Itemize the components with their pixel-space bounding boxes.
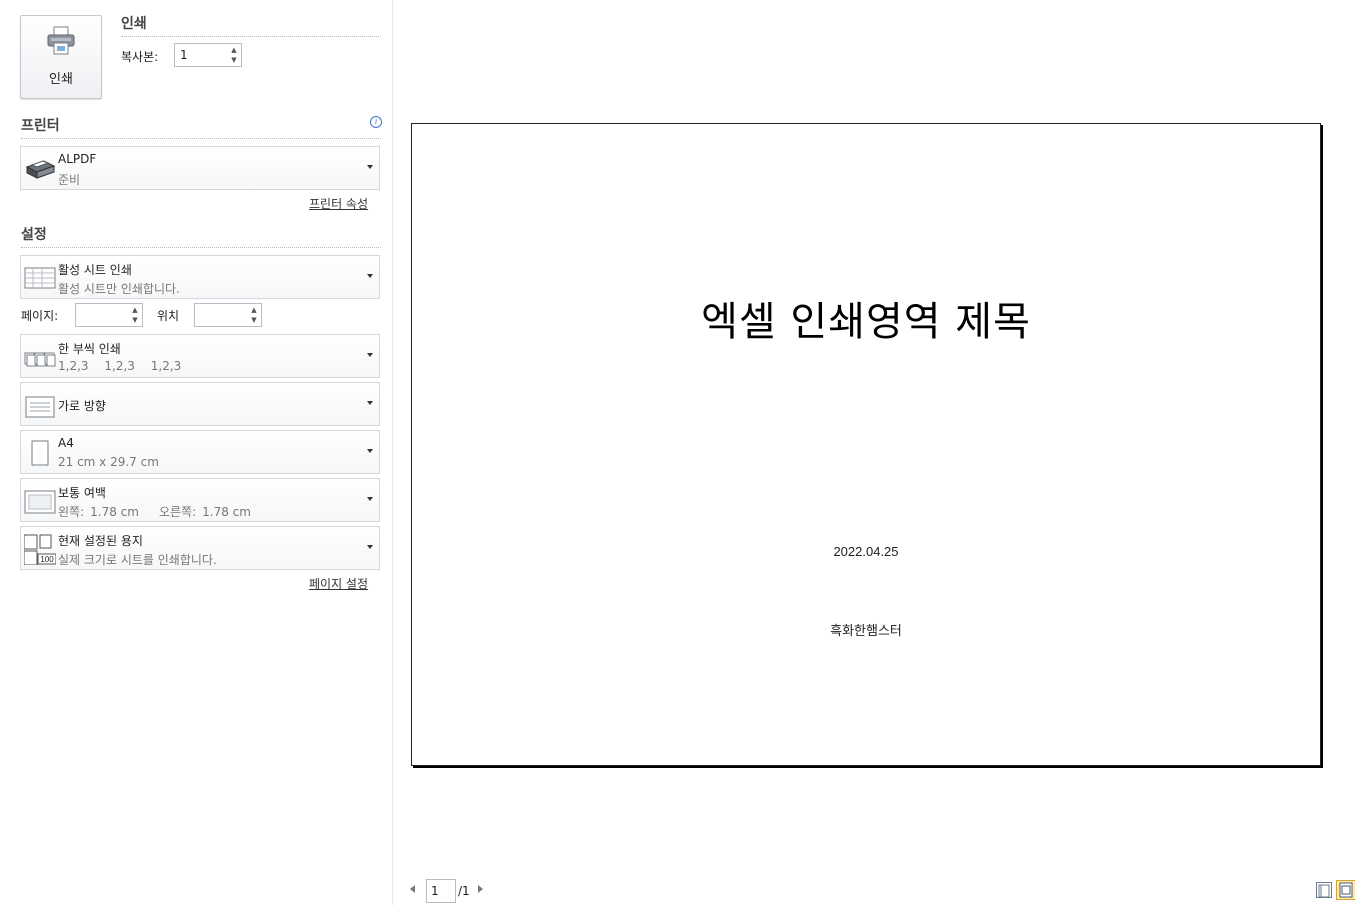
settings-section-title: 설정 bbox=[21, 227, 47, 243]
copies-stepper[interactable]: 1 ▲ ▼ bbox=[174, 43, 242, 67]
margins-icon bbox=[24, 490, 56, 514]
print-section-divider bbox=[121, 36, 381, 37]
preview-date: 2022.04.25 bbox=[833, 544, 899, 559]
scaling-select[interactable]: 100 현재 설정된 용지 실제 크기로 시트를 인쇄합니다. bbox=[20, 526, 380, 570]
margins-title: 보통 여백 bbox=[58, 486, 106, 500]
page-total: /1 bbox=[458, 884, 470, 898]
printer-select[interactable]: ALPDF 준비 bbox=[20, 146, 380, 190]
margins-detail: 왼쪽: 1.78 cm 오른쪽: 1.78 cm bbox=[58, 503, 263, 520]
pages-label: 페이지: bbox=[21, 309, 59, 323]
preview-author: 흑화한햄스터 bbox=[830, 624, 902, 639]
chevron-down-icon bbox=[367, 401, 373, 405]
print-settings-panel: 인쇄 인쇄 복사본: 1 ▲ ▼ 프린터 i ALPDF 준비 프린터 속성 설정 bbox=[0, 0, 393, 905]
zoom-page-icon bbox=[1339, 882, 1353, 898]
pages-to-stepper[interactable]: ▲ ▼ bbox=[194, 303, 262, 327]
chevron-down-icon bbox=[367, 497, 373, 501]
orientation-title: 가로 방향 bbox=[58, 399, 106, 413]
show-margins-button[interactable] bbox=[1316, 882, 1332, 898]
pages-to-arrows[interactable]: ▲ ▼ bbox=[249, 305, 259, 325]
copies-label: 복사본: bbox=[121, 50, 159, 64]
scaling-subtitle: 실제 크기로 시트를 인쇄합니다. bbox=[58, 553, 217, 567]
margins-select[interactable]: 보통 여백 왼쪽: 1.78 cm 오른쪽: 1.78 cm bbox=[20, 478, 380, 522]
margin-right-value: 1.78 cm bbox=[202, 505, 251, 519]
paper-size-select[interactable]: A4 21 cm x 29.7 cm bbox=[20, 430, 380, 474]
printer-icon bbox=[47, 26, 75, 55]
scaling-title: 현재 설정된 용지 bbox=[58, 534, 143, 548]
margin-left-value: 1.78 cm bbox=[90, 505, 139, 519]
paper-size-title: A4 bbox=[58, 436, 74, 450]
margin-left-label: 왼쪽: bbox=[58, 505, 85, 519]
print-scope-select[interactable]: 활성 시트 인쇄 활성 시트만 인쇄합니다. bbox=[20, 255, 380, 299]
zoom-to-page-button[interactable] bbox=[1336, 880, 1355, 900]
info-icon[interactable]: i bbox=[370, 116, 382, 128]
copies-stepper-arrows[interactable]: ▲ ▼ bbox=[229, 45, 239, 65]
settings-section-divider bbox=[21, 247, 381, 248]
printer-properties-link[interactable]: 프린터 속성 bbox=[309, 195, 368, 212]
printer-device-icon bbox=[25, 160, 56, 179]
next-page-icon[interactable] bbox=[478, 885, 483, 893]
chevron-down-icon bbox=[367, 545, 373, 549]
chevron-down-icon bbox=[367, 353, 373, 357]
collate-icon bbox=[24, 352, 56, 367]
margins-view-icon bbox=[1318, 884, 1330, 898]
collate-select[interactable]: 한 부씩 인쇄 1,2,3 1,2,3 1,2,3 bbox=[20, 334, 380, 378]
current-page-input[interactable]: 1 bbox=[426, 879, 456, 903]
pages-from-stepper[interactable]: ▲ ▼ bbox=[75, 303, 143, 327]
printer-status: 준비 bbox=[58, 173, 81, 187]
preview-title: 엑셀 인쇄영역 제목 bbox=[701, 299, 1031, 345]
page-setup-link[interactable]: 페이지 설정 bbox=[309, 575, 368, 592]
collate-seq-3: 1,2,3 bbox=[150, 359, 182, 373]
print-button[interactable]: 인쇄 bbox=[20, 15, 102, 99]
print-preview-page: 엑셀 인쇄영역 제목 2022.04.25 흑화한햄스터 bbox=[411, 123, 1321, 766]
scaling-icon: 100 bbox=[24, 534, 56, 565]
orientation-select[interactable]: 가로 방향 bbox=[20, 382, 380, 426]
collate-title: 한 부씩 인쇄 bbox=[58, 342, 121, 356]
pages-to-label: 위치 bbox=[157, 309, 180, 323]
print-scope-title: 활성 시트 인쇄 bbox=[58, 263, 132, 277]
sheet-icon bbox=[24, 267, 56, 289]
prev-page-icon[interactable] bbox=[410, 885, 415, 893]
printer-name: ALPDF bbox=[58, 152, 97, 166]
collate-sequence: 1,2,3 1,2,3 1,2,3 bbox=[58, 359, 193, 373]
printer-section-divider bbox=[21, 138, 381, 139]
margin-right-label: 오른쪽: bbox=[158, 505, 197, 519]
printer-section-title: 프린터 bbox=[21, 118, 60, 134]
chevron-down-icon bbox=[367, 449, 373, 453]
pages-from-arrows[interactable]: ▲ ▼ bbox=[130, 305, 140, 325]
paper-icon bbox=[31, 440, 49, 466]
chevron-down-icon bbox=[367, 274, 373, 278]
collate-seq-2: 1,2,3 bbox=[104, 359, 135, 373]
print-section-title: 인쇄 bbox=[121, 16, 147, 32]
print-button-label: 인쇄 bbox=[49, 72, 73, 87]
scaling-badge: 100 bbox=[40, 555, 54, 564]
chevron-down-icon bbox=[367, 165, 373, 169]
paper-size-subtitle: 21 cm x 29.7 cm bbox=[58, 455, 159, 469]
print-scope-subtitle: 활성 시트만 인쇄합니다. bbox=[58, 282, 180, 296]
copies-value: 1 bbox=[180, 48, 188, 62]
landscape-icon bbox=[25, 396, 55, 418]
collate-seq-1: 1,2,3 bbox=[58, 359, 89, 373]
